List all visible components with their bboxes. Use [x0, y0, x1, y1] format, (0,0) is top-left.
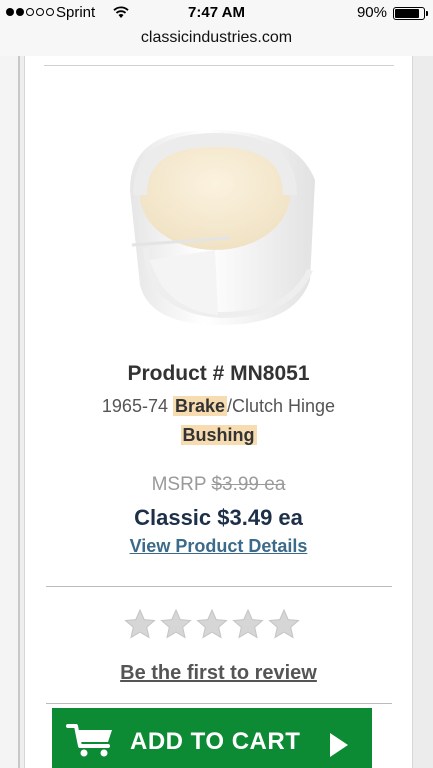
star-icon[interactable] [268, 608, 300, 640]
bushing-image[interactable] [110, 120, 330, 330]
address-bar[interactable]: classicindustries.com [0, 26, 433, 57]
previous-card-edge[interactable] [0, 56, 20, 768]
search-highlight: Bushing [180, 425, 257, 445]
star-icon[interactable] [196, 608, 228, 640]
write-review-link[interactable]: Be the first to review [24, 662, 413, 685]
star-icon[interactable] [124, 608, 156, 640]
title-middle: /Clutch Hinge [227, 396, 336, 416]
status-bar: Sprint 7:47 AM 90% [0, 0, 433, 26]
view-product-details-link[interactable]: View Product Details [24, 536, 413, 557]
play-icon [330, 733, 348, 757]
search-highlight: Brake [172, 396, 228, 416]
page-margin [413, 56, 433, 768]
star-icon[interactable] [160, 608, 192, 640]
msrp-value: $3.99 ea [211, 474, 286, 495]
cart-icon [66, 724, 112, 757]
card-top-border [44, 65, 394, 66]
msrp-label: MSRP [151, 474, 212, 495]
add-to-cart-label: ADD TO CART [130, 728, 301, 755]
battery-fill [395, 9, 420, 18]
classic-price: Classic $3.49 ea [134, 505, 303, 530]
divider [46, 586, 392, 587]
title-prefix: 1965-74 [101, 396, 173, 416]
product-number: Product # MN8051 [127, 362, 310, 385]
battery-icon [393, 7, 428, 20]
msrp-price: MSRP $3.99 ea [24, 474, 413, 496]
add-to-cart-button[interactable]: ADD TO CART [52, 708, 372, 768]
star-icon[interactable] [232, 608, 264, 640]
url-text: classicindustries.com [140, 29, 293, 46]
divider [46, 703, 392, 704]
rating-stars[interactable] [124, 608, 300, 640]
battery-percent: 90% [356, 4, 387, 21]
product-title[interactable]: 1965-74 Brake/Clutch Hinge Bushing [24, 392, 413, 450]
